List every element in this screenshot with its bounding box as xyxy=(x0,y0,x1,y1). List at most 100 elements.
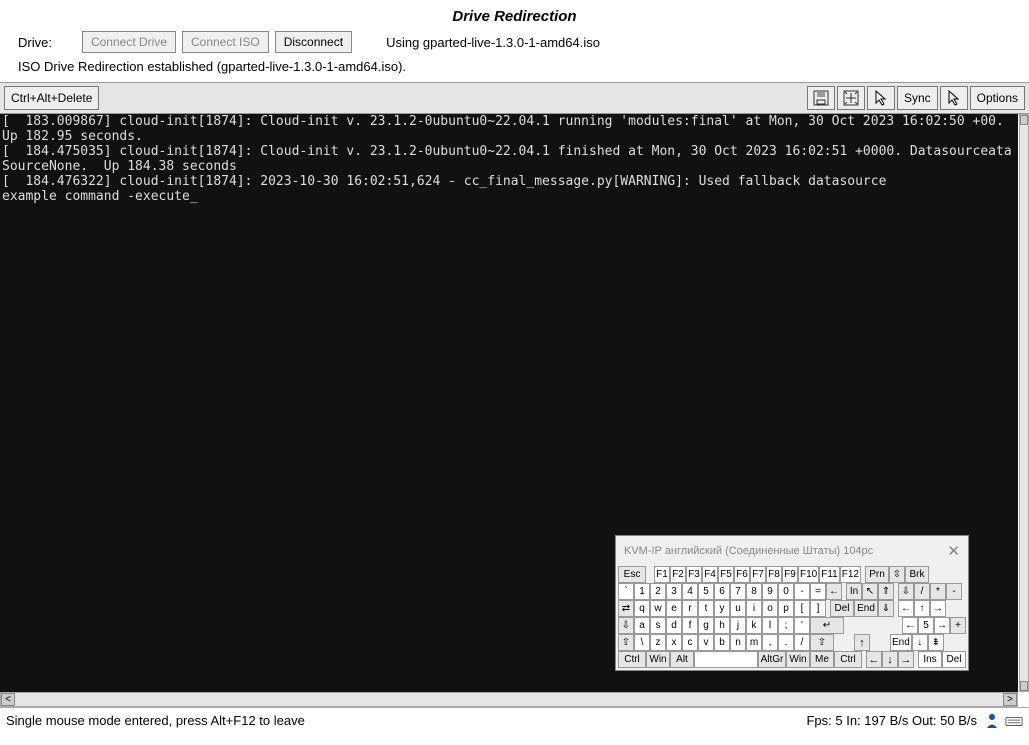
sync-button[interactable]: Sync xyxy=(897,86,938,110)
cursor2-icon[interactable] xyxy=(940,86,968,110)
key-slash[interactable]: / xyxy=(794,634,810,651)
disk-icon[interactable] xyxy=(807,86,835,110)
key-quote[interactable]: ' xyxy=(794,617,810,634)
key-enter[interactable]: ↵ xyxy=(810,617,844,634)
key-6[interactable]: 6 xyxy=(714,583,730,600)
key-num4[interactable]: ← xyxy=(902,617,918,634)
key-num3[interactable]: ⇟ xyxy=(928,634,944,651)
key-numdiv[interactable]: / xyxy=(914,583,930,600)
key-lbracket[interactable]: [ xyxy=(794,600,810,617)
key-num1[interactable]: End xyxy=(890,634,912,651)
key-n[interactable]: n xyxy=(730,634,746,651)
key-r[interactable]: r xyxy=(682,600,698,617)
key-f4[interactable]: F4 xyxy=(702,566,718,583)
key-numminus[interactable]: - xyxy=(946,583,962,600)
key-capslock-icon[interactable]: ⇩ xyxy=(618,617,634,634)
key-t[interactable]: t xyxy=(698,600,714,617)
key-m[interactable]: m xyxy=(746,634,762,651)
key-num8[interactable]: ↑ xyxy=(914,600,930,617)
key-backspace[interactable]: ← xyxy=(826,583,842,600)
key-nummul[interactable]: * xyxy=(930,583,946,600)
key-v[interactable]: v xyxy=(698,634,714,651)
ctrl-alt-delete-button[interactable]: Ctrl+Alt+Delete xyxy=(4,86,99,110)
key-rwin[interactable]: Win xyxy=(786,651,810,668)
key-f8[interactable]: F8 xyxy=(766,566,782,583)
key-b[interactable]: b xyxy=(714,634,730,651)
key-pgup-icon[interactable]: ⇑ xyxy=(878,583,894,600)
key-i[interactable]: i xyxy=(746,600,762,617)
key-down-icon[interactable]: ↓ xyxy=(882,651,898,668)
key-f9[interactable]: F9 xyxy=(782,566,798,583)
key-backtick[interactable]: ` xyxy=(618,583,634,600)
key-e[interactable]: e xyxy=(666,600,682,617)
key-scroll-icon[interactable]: ⇳ xyxy=(889,566,905,583)
key-home-icon[interactable]: ↖ xyxy=(862,583,878,600)
key-left-icon[interactable]: ← xyxy=(866,651,882,668)
key-1[interactable]: 1 xyxy=(634,583,650,600)
key-8[interactable]: 8 xyxy=(746,583,762,600)
key-7[interactable]: 7 xyxy=(730,583,746,600)
key-f[interactable]: f xyxy=(682,617,698,634)
key-f10[interactable]: F10 xyxy=(798,566,819,583)
key-k[interactable]: k xyxy=(746,617,762,634)
close-icon[interactable]: ✕ xyxy=(947,542,960,560)
key-end[interactable]: End xyxy=(854,600,878,617)
scroll-down-icon[interactable] xyxy=(1020,681,1028,691)
key-z[interactable]: z xyxy=(650,634,666,651)
key-l[interactable]: l xyxy=(762,617,778,634)
key-period[interactable]: . xyxy=(778,634,794,651)
key-num7[interactable]: ← xyxy=(898,600,914,617)
scroll-right-icon[interactable]: > xyxy=(1003,693,1017,706)
key-numplus[interactable]: + xyxy=(950,617,966,634)
key-altgr[interactable]: AltGr xyxy=(758,651,786,668)
key-4[interactable]: 4 xyxy=(682,583,698,600)
key-lctrl[interactable]: Ctrl xyxy=(618,651,646,668)
key-u[interactable]: u xyxy=(730,600,746,617)
key-space[interactable] xyxy=(694,651,758,668)
key-brk[interactable]: Brk xyxy=(905,566,929,583)
key-up-icon[interactable]: ↑ xyxy=(854,634,870,651)
key-num5[interactable]: 5 xyxy=(918,617,934,634)
options-button[interactable]: Options xyxy=(970,86,1025,110)
key-del[interactable]: Del xyxy=(830,600,854,617)
key-numlock-icon[interactable]: ⇩ xyxy=(898,583,914,600)
disconnect-button[interactable]: Disconnect xyxy=(275,31,352,53)
key-prn[interactable]: Prn xyxy=(865,566,889,583)
key-h[interactable]: h xyxy=(714,617,730,634)
key-f2[interactable]: F2 xyxy=(670,566,686,583)
key-num9[interactable]: → xyxy=(930,600,946,617)
key-esc[interactable]: Esc xyxy=(618,566,646,583)
key-lalt[interactable]: Alt xyxy=(670,651,694,668)
horizontal-scrollbar[interactable]: < > xyxy=(0,692,1018,707)
key-tab-icon[interactable]: ⇄ xyxy=(618,600,634,617)
key-f11[interactable]: F11 xyxy=(819,566,840,583)
key-j[interactable]: j xyxy=(730,617,746,634)
key-menu[interactable]: Me xyxy=(810,651,834,668)
key-rctrl[interactable]: Ctrl xyxy=(834,651,862,668)
scroll-left-icon[interactable]: < xyxy=(1,693,15,706)
key-f3[interactable]: F3 xyxy=(686,566,702,583)
key-pgdn-icon[interactable]: ⇓ xyxy=(878,600,894,617)
key-ins[interactable]: In xyxy=(846,583,862,600)
key-f1[interactable]: F1 xyxy=(654,566,670,583)
key-p[interactable]: p xyxy=(778,600,794,617)
key-s[interactable]: s xyxy=(650,617,666,634)
key-right-icon[interactable]: → xyxy=(898,651,914,668)
key-o[interactable]: o xyxy=(762,600,778,617)
key-comma[interactable]: , xyxy=(762,634,778,651)
key-numdel[interactable]: Del xyxy=(942,651,966,668)
key-f5[interactable]: F5 xyxy=(718,566,734,583)
scroll-up-icon[interactable] xyxy=(1020,115,1028,125)
vertical-scrollbar[interactable] xyxy=(1019,114,1029,692)
fullscreen-icon[interactable] xyxy=(837,86,865,110)
key-q[interactable]: q xyxy=(634,600,650,617)
key-num6[interactable]: → xyxy=(934,617,950,634)
key-equals[interactable]: = xyxy=(810,583,826,600)
key-w[interactable]: w xyxy=(650,600,666,617)
key-x[interactable]: x xyxy=(666,634,682,651)
key-d[interactable]: d xyxy=(666,617,682,634)
key-0[interactable]: 0 xyxy=(778,583,794,600)
key-num0[interactable]: Ins xyxy=(918,651,942,668)
key-a[interactable]: a xyxy=(634,617,650,634)
key-rshift-icon[interactable]: ⇧ xyxy=(810,634,834,651)
